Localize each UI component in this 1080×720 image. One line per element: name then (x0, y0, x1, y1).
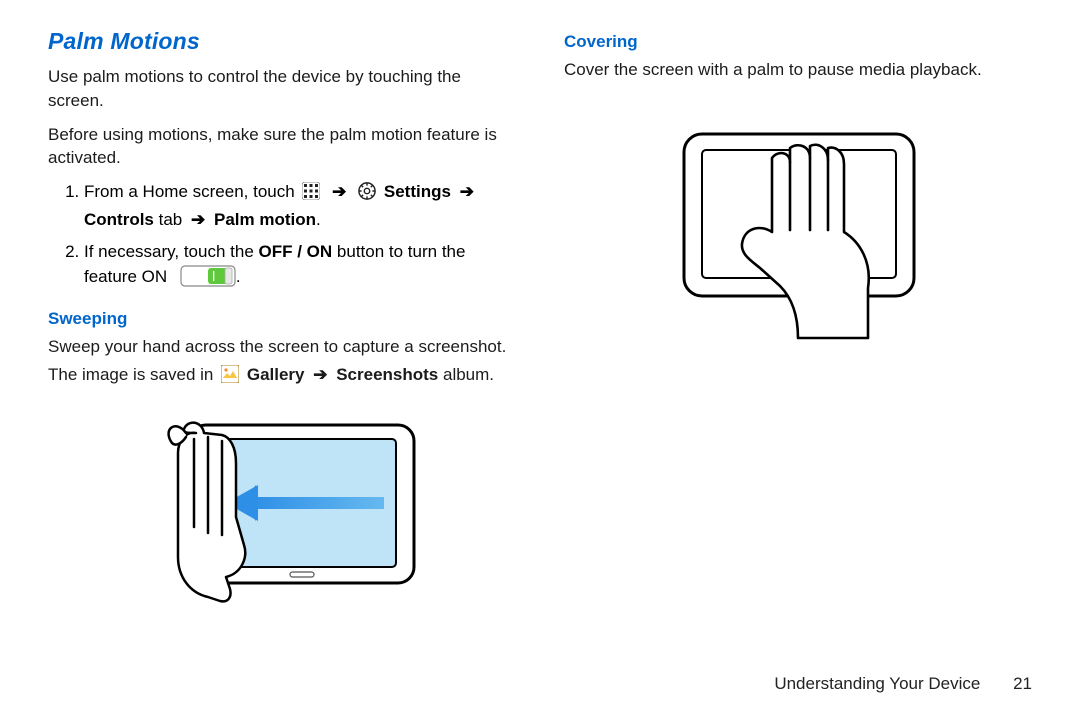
settings-label: Settings (384, 182, 451, 201)
arrow-icon: ➔ (187, 210, 209, 229)
arrow-icon: ➔ (328, 182, 350, 201)
sweeping-line2a: The image is saved in (48, 365, 213, 384)
tab-word: tab (159, 210, 183, 229)
settings-gear-icon (358, 182, 376, 208)
manual-page: Palm Motions Use palm motions to control… (0, 0, 1080, 720)
page-footer: Understanding Your Device 21 (774, 674, 1032, 694)
step-1: From a Home screen, touch ➔ (84, 180, 516, 232)
sweeping-line2: The image is saved in Gallery ➔ Screensh… (48, 363, 516, 390)
covering-text: Cover the screen with a palm to pause me… (564, 58, 1032, 82)
controls-label: Controls (84, 210, 154, 229)
off-on-label: OFF / ON (259, 242, 333, 261)
steps-list: From a Home screen, touch ➔ (48, 180, 516, 295)
arrow-icon: ➔ (456, 182, 478, 201)
right-column: Covering Cover the screen with a palm to… (564, 28, 1032, 622)
two-column-layout: Palm Motions Use palm motions to control… (48, 28, 1032, 622)
arrow-icon: ➔ (309, 365, 331, 384)
apps-grid-icon (302, 182, 320, 208)
subheading-covering: Covering (564, 32, 1032, 52)
intro-paragraph-1: Use palm motions to control the device b… (48, 65, 516, 113)
toggle-on-icon (180, 265, 236, 295)
gallery-icon (221, 365, 239, 390)
step-2-pre: If necessary, touch the (84, 242, 254, 261)
step-2: If necessary, touch the OFF / ON button … (84, 240, 516, 294)
footer-section: Understanding Your Device (774, 674, 980, 693)
intro-paragraph-2: Before using motions, make sure the palm… (48, 123, 516, 171)
step-1-pre: From a Home screen, touch (84, 182, 295, 201)
gallery-label: Gallery (247, 365, 305, 384)
covering-illustration (564, 112, 1032, 347)
sweeping-line1: Sweep your hand across the screen to cap… (48, 335, 516, 359)
sweeping-illustration (48, 407, 516, 622)
left-column: Palm Motions Use palm motions to control… (48, 28, 516, 622)
section-title: Palm Motions (48, 28, 516, 55)
palm-motion-label: Palm motion (214, 210, 316, 229)
subheading-sweeping: Sweeping (48, 309, 516, 329)
footer-page-number: 21 (1013, 674, 1032, 693)
period: . (316, 210, 321, 229)
album-word: album. (443, 365, 494, 384)
screenshots-label: Screenshots (336, 365, 438, 384)
